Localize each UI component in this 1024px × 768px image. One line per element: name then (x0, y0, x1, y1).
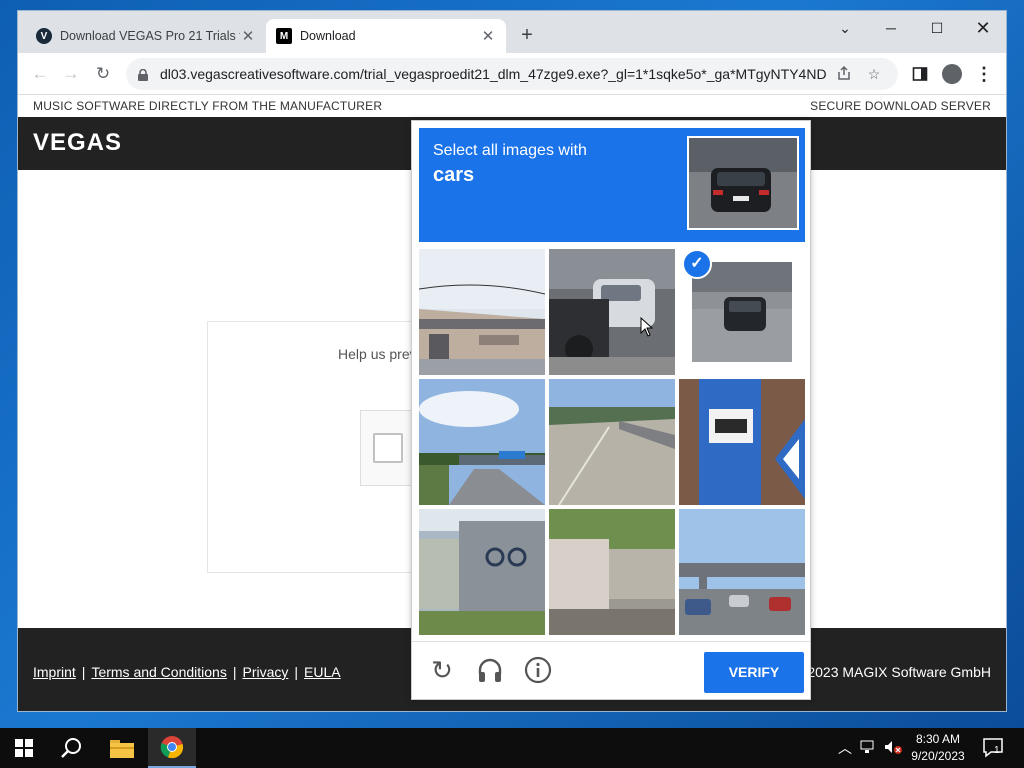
selected-check-icon: ✓ (682, 249, 712, 279)
maximize-button[interactable]: ☐ (914, 15, 960, 41)
search-icon[interactable] (48, 728, 96, 768)
terms-link[interactable]: Terms and Conditions (91, 664, 226, 680)
windows-start-icon[interactable] (0, 728, 48, 768)
kebab-menu-icon[interactable]: ⋮ (972, 62, 996, 86)
chrome-icon[interactable] (148, 728, 196, 768)
grid-tile-2[interactable] (549, 249, 675, 375)
address-bar[interactable]: dl03.vegascreativesoftware.com/trial_veg… (126, 58, 898, 90)
browser-toolbar: ← → ↻ dl03.vegascreativesoftware.com/tri… (18, 53, 1006, 95)
url-text: dl03.vegascreativesoftware.com/trial_veg… (160, 66, 826, 82)
eula-link[interactable]: EULA (304, 664, 341, 680)
clock-time: 8:30 AM (915, 732, 961, 746)
reload-challenge-icon[interactable]: ↻ (428, 656, 456, 684)
side-panel-icon[interactable] (908, 62, 932, 86)
bookmark-star-icon[interactable]: ☆ (862, 66, 886, 83)
recaptcha-challenge: Select all images with cars ✓ ↻ VERIFY (411, 120, 811, 700)
tab-vegas-download[interactable]: V Download VEGAS Pro 21 Trials fo ✕ (26, 19, 266, 53)
notification-count: 1 (994, 745, 1000, 756)
tab-title: Download (300, 29, 356, 43)
reload-icon[interactable]: ↻ (91, 62, 115, 86)
tagline: MUSIC SOFTWARE DIRECTLY FROM THE MANUFAC… (33, 99, 383, 113)
image-grid (419, 249, 805, 635)
secure-server-label: SECURE DOWNLOAD SERVER (810, 99, 991, 113)
notification-icon[interactable]: 1 (982, 736, 1006, 760)
clock-date: 9/20/2023 (911, 749, 965, 763)
new-tab-button[interactable]: + (516, 25, 538, 47)
top-strip: MUSIC SOFTWARE DIRECTLY FROM THE MANUFAC… (18, 95, 1006, 117)
grid-tile-9[interactable] (679, 509, 805, 635)
headphones-icon[interactable] (476, 656, 504, 684)
tab-title: Download VEGAS Pro 21 Trials fo (60, 29, 240, 43)
page-viewport: MUSIC SOFTWARE DIRECTLY FROM THE MANUFAC… (18, 95, 1006, 711)
close-window-button[interactable]: ✕ (960, 15, 1006, 41)
copyright-value: 2023 MAGIX Software GmbH (807, 664, 991, 680)
verify-button[interactable]: VERIFY (704, 652, 804, 693)
recaptcha-checkbox[interactable] (373, 433, 403, 463)
clock[interactable]: 8:30 AM 9/20/2023 (898, 731, 978, 765)
taskbar: ︿ 8:30 AM 9/20/2023 1 (0, 728, 1024, 768)
grid-tile-1[interactable] (419, 249, 545, 375)
chevron-up-icon[interactable]: ︿ (838, 738, 852, 758)
copyright-text: © 2023 MAGIX Software GmbH (793, 664, 991, 680)
imprint-link[interactable]: Imprint (33, 664, 76, 680)
tab-search-chevron-icon[interactable]: ⌄ (822, 15, 868, 41)
share-icon[interactable] (832, 65, 856, 84)
vegas-logo[interactable]: VEGAS (33, 129, 122, 157)
network-icon[interactable] (860, 740, 876, 757)
sample-image-car (687, 136, 799, 230)
lock-icon (138, 68, 148, 81)
tab-download[interactable]: M Download ✕ (266, 19, 506, 53)
vegas-favicon-icon: V (36, 28, 52, 44)
challenge-footer: ↻ VERIFY (412, 641, 810, 700)
info-icon[interactable] (524, 656, 552, 684)
system-tray: ︿ (838, 728, 902, 768)
footer-links: Imprint | Terms and Conditions | Privacy | EUL… (33, 664, 341, 680)
grid-tile-7[interactable] (419, 509, 545, 635)
back-arrow-icon[interactable]: ← (28, 62, 52, 86)
tab-strip: V Download VEGAS Pro 21 Trials fo ✕ M Do… (18, 11, 1006, 53)
challenge-target: cars (433, 164, 475, 186)
grid-tile-8[interactable] (549, 509, 675, 635)
magix-favicon-icon: M (276, 28, 292, 44)
forward-arrow-icon[interactable]: → (59, 62, 83, 86)
profile-avatar-icon[interactable] (940, 62, 964, 86)
grid-tile-6[interactable] (679, 379, 805, 505)
grid-tile-5[interactable] (549, 379, 675, 505)
privacy-link[interactable]: Privacy (242, 664, 288, 680)
minimize-button[interactable]: ─ (868, 15, 914, 41)
tab-close-icon[interactable]: ✕ (240, 27, 256, 45)
file-explorer-icon[interactable] (98, 728, 146, 768)
tab-close-icon[interactable]: ✕ (480, 27, 496, 45)
challenge-instruction: Select all images with (433, 142, 587, 159)
grid-tile-4[interactable] (419, 379, 545, 505)
challenge-header: Select all images with cars (419, 128, 805, 242)
browser-window: V Download VEGAS Pro 21 Trials fo ✕ M Do… (18, 11, 1006, 711)
